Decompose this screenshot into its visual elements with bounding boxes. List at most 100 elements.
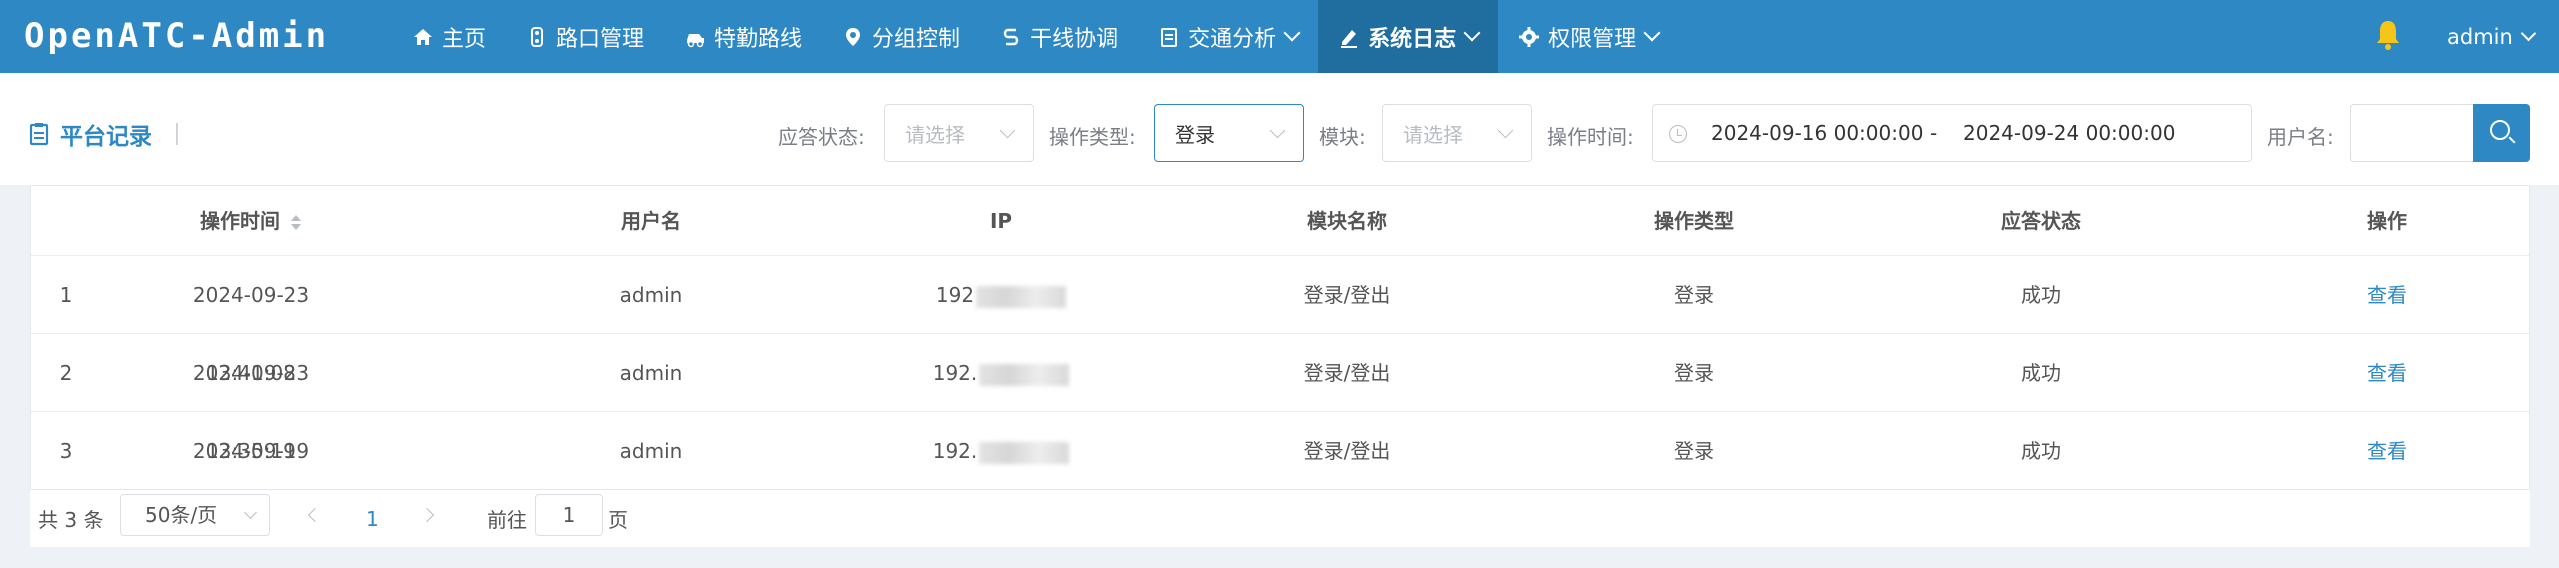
operation-time-range-picker[interactable]: 2024-09-16 00:00:00 - 2024-09-24 00:00:0… <box>1652 104 2252 162</box>
chevron-down-icon <box>1497 122 1514 139</box>
next-page-icon[interactable] <box>419 507 435 523</box>
row-index: 3 <box>59 439 73 463</box>
nav-item-permission[interactable]: 权限管理 <box>1498 0 1678 73</box>
redacted-ip <box>979 441 1070 464</box>
row-ip: 192. <box>901 334 1101 412</box>
username-label: admin <box>2447 24 2513 49</box>
top-nav-bar: OpenATC-Admin 主页 路口管理 特勤路线 分组控制 干线协调 交通分… <box>0 0 2559 73</box>
row-status: 成功 <box>2021 283 2061 307</box>
view-link[interactable]: 查看 <box>2287 334 2487 412</box>
app-title: OpenATC-Admin <box>24 16 330 56</box>
username-filter-label: 用户名: <box>2267 125 2334 149</box>
table-row: 2 2024-09-23 13:35:19 admin 192. 登录/登出 登… <box>31 334 2529 463</box>
chevron-down-icon <box>999 122 1016 139</box>
row-time: 2024-09-23 13:35:19 <box>192 361 310 463</box>
chevron-down-icon <box>1283 24 1301 41</box>
nav-label: 分组控制 <box>872 26 961 52</box>
nav-item-home[interactable]: 主页 <box>392 0 506 73</box>
bell-icon[interactable] <box>2373 18 2403 52</box>
row-user: admin <box>619 361 683 385</box>
page-unit-label: 页 <box>608 508 628 532</box>
redacted-ip <box>976 285 1067 308</box>
page-title-text: 平台记录 <box>60 124 152 150</box>
response-status-placeholder: 请选择 <box>905 122 965 147</box>
date-start[interactable]: 2024-09-16 00:00:00 <box>1711 121 1923 145</box>
row-type: 登录 <box>1674 283 1714 307</box>
nav-item-group-control[interactable]: 分组控制 <box>822 0 980 73</box>
location-pin-icon <box>846 27 861 46</box>
row-module: 登录/登出 <box>1303 439 1391 463</box>
column-header-action: 操作 <box>2367 209 2407 233</box>
s-curve-icon <box>1003 28 1019 45</box>
user-menu[interactable]: admin <box>2447 0 2537 73</box>
column-header-module: 模块名称 <box>1307 209 1387 233</box>
nav-label: 系统日志 <box>1368 26 1457 52</box>
row-module: 登录/登出 <box>1303 283 1391 307</box>
prev-page-icon[interactable] <box>307 507 323 523</box>
row-user: admin <box>619 439 683 463</box>
username-input[interactable] <box>2350 104 2474 162</box>
gear-icon <box>1519 26 1540 47</box>
row-module: 登录/登出 <box>1303 361 1391 385</box>
response-status-select[interactable]: 请选择 <box>884 104 1034 162</box>
row-status: 成功 <box>2021 439 2061 463</box>
redacted-ip <box>979 363 1070 386</box>
view-link[interactable]: 查看 <box>2287 256 2487 334</box>
row-time: 2024-09-23 13:41:08 <box>192 283 310 385</box>
operation-type-label: 操作类型: <box>1049 125 1136 149</box>
chevron-down-icon <box>1463 24 1481 41</box>
clock-icon <box>1669 125 1687 143</box>
table-row: 3 2024-09-19 11:24:17 admin 192. 登录/登出 登… <box>31 412 2529 541</box>
chevron-down-icon <box>1643 24 1661 41</box>
search-icon <box>2490 120 2510 140</box>
current-page[interactable]: 1 <box>366 507 379 531</box>
row-type: 登录 <box>1674 439 1714 463</box>
nav-item-intersection[interactable]: 路口管理 <box>506 0 664 73</box>
module-label: 模块: <box>1319 125 1366 149</box>
filter-bar: 平台记录 应答状态: 请选择 操作类型: 登录 模块: 请选择 操作时间: 20… <box>0 73 2559 185</box>
module-select[interactable]: 请选择 <box>1382 104 1532 162</box>
response-status-label: 应答状态: <box>778 125 865 149</box>
page-size-select[interactable]: 50条/页 <box>120 494 270 536</box>
row-time: 2024-09-19 11:24:17 <box>192 439 310 541</box>
log-table: 操作时间 用户名 IP 模块名称 操作类型 应答状态 操作 1 2024-09-… <box>30 185 2530 541</box>
nav-item-system-log[interactable]: 系统日志 <box>1318 0 1499 73</box>
pagination: 共 3 条 50条/页 1 前往 1 页 <box>30 490 2530 547</box>
nav-item-traffic-analysis[interactable]: 交通分析 <box>1138 0 1318 73</box>
goto-page-input[interactable]: 1 <box>535 494 603 536</box>
nav-label: 路口管理 <box>556 26 645 52</box>
column-header-time[interactable]: 操作时间 <box>151 186 351 256</box>
view-link[interactable]: 查看 <box>2287 412 2487 490</box>
main-nav: 主页 路口管理 特勤路线 分组控制 干线协调 交通分析 系统日志 权限管理 <box>392 0 1678 73</box>
row-status: 成功 <box>2021 361 2061 385</box>
operation-type-select[interactable]: 登录 <box>1154 104 1304 162</box>
row-user: admin <box>619 283 683 307</box>
nav-label: 主页 <box>442 26 487 52</box>
nav-item-special-route[interactable]: 特勤路线 <box>664 0 822 73</box>
nav-label: 特勤路线 <box>714 26 803 52</box>
total-count: 共 3 条 <box>38 508 104 532</box>
row-ip: 192 <box>901 256 1101 334</box>
row-index: 2 <box>59 361 73 385</box>
document-icon <box>29 123 49 146</box>
date-end[interactable]: 2024-09-24 00:00:00 <box>1963 121 2175 145</box>
operation-time-label: 操作时间: <box>1547 125 1634 149</box>
chevron-down-icon <box>1269 122 1286 139</box>
clipboard-icon <box>1161 27 1178 47</box>
column-header-status: 应答状态 <box>2001 209 2081 233</box>
search-button[interactable] <box>2473 104 2530 162</box>
title-divider <box>176 123 178 145</box>
column-header-ip: IP <box>989 209 1013 233</box>
nav-item-arterial-coordination[interactable]: 干线协调 <box>980 0 1138 73</box>
row-index: 1 <box>59 283 73 307</box>
chevron-down-icon <box>244 506 257 519</box>
traffic-light-icon <box>531 26 544 47</box>
pen-icon <box>1341 29 1358 48</box>
vehicle-route-icon <box>687 33 705 47</box>
nav-label: 干线协调 <box>1030 26 1119 52</box>
nav-label: 交通分析 <box>1188 26 1277 52</box>
table-row: 1 2024-09-23 13:41:08 admin 192 登录/登出 登录… <box>31 256 2529 385</box>
sort-icon[interactable] <box>290 214 302 231</box>
chevron-down-icon <box>2520 25 2537 42</box>
row-type: 登录 <box>1674 361 1714 385</box>
